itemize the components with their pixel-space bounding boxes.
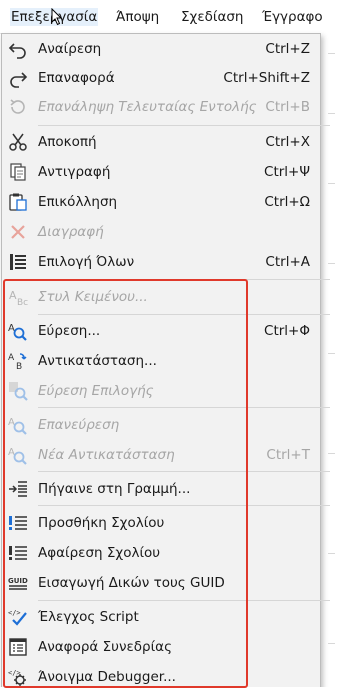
menu-item-shortcut: Ctrl+X (265, 134, 310, 150)
menu-separator (38, 471, 330, 472)
undo-icon (8, 43, 26, 59)
svg-text:Bc: Bc (17, 298, 28, 307)
menu-item-label: Πήγαινε στη Γραμμή... (38, 481, 191, 497)
window-bottom-edge (0, 687, 337, 694)
menu-item-label: Εύρεση Επιλογής (38, 383, 154, 399)
menu-item-shortcut: Ctrl+Ω (264, 194, 310, 210)
menu-item-label: Επανάληψη Τελευταίας Εντολής (38, 99, 257, 115)
menu-separator (38, 314, 330, 315)
session-report-icon (9, 638, 27, 656)
menu-item-find[interactable]: A Εύρεση... Ctrl+Φ (2, 316, 320, 346)
copy-icon (10, 163, 26, 181)
text-style-icon: A Bc (9, 289, 28, 307)
select-all-icon (10, 254, 26, 270)
edit-menu-dropdown: Αναίρεση Ctrl+Z Επαναφορά Ctrl+Shift+Z Ε… (1, 33, 330, 689)
replace-again-icon: A (8, 447, 27, 465)
menu-item-undo[interactable]: Αναίρεση Ctrl+Z (2, 34, 320, 64)
menu-separator (38, 505, 330, 506)
menu-item-repeat-last[interactable]: Επανάληψη Τελευταίας Εντολής Ctrl+B (2, 92, 320, 122)
goto-line-icon (9, 481, 27, 497)
menu-item-label: Επιλογή Όλων (38, 254, 135, 270)
redo-icon (10, 72, 28, 88)
menu-item-label: Εύρεση... (38, 323, 101, 339)
menu-item-shortcut: Ctrl+A (265, 254, 310, 270)
check-script-icon: </> (8, 609, 27, 626)
menu-item-label: Επικόλληση (38, 194, 118, 210)
menu-item-shortcut: Ctrl+T (266, 447, 310, 463)
delete-icon (11, 225, 25, 239)
menu-separator (38, 600, 330, 601)
find-selection-icon (9, 382, 28, 401)
menu-item-insert-guid[interactable]: GUID Εισαγωγή Δικών τους GUID (2, 568, 320, 598)
menu-item-label: Εισαγωγή Δικών τους GUID (38, 575, 225, 591)
menu-item-label: Αποκοπή (38, 134, 97, 150)
menu-item-shortcut: Ctrl+B (265, 99, 310, 115)
menu-item-goto-line[interactable]: Πήγαινε στη Γραμμή... (2, 474, 320, 504)
menu-item-shortcut: Ctrl+Ψ (264, 164, 310, 180)
menu-separator (38, 279, 330, 280)
find-again-icon: A (8, 417, 27, 435)
menu-item-redo[interactable]: Επαναφορά Ctrl+Shift+Z (2, 63, 320, 93)
menu-separator (38, 407, 330, 408)
debugger-icon: </> (8, 669, 26, 686)
paste-icon (9, 193, 27, 211)
svg-text:A: A (9, 289, 17, 302)
menu-item-shortcut: Ctrl+Z (265, 41, 310, 57)
menu-item-label: Έλεγχος Script (38, 609, 139, 625)
menu-item-remove-comment[interactable]: Αφαίρεση Σχολίου (2, 538, 320, 568)
menu-separator (38, 125, 330, 126)
menu-item-replace[interactable]: A B Αντικατάσταση... (2, 346, 320, 376)
menu-item-check-script[interactable]: </> Έλεγχος Script (2, 602, 320, 632)
svg-text:</>: </> (8, 609, 21, 617)
menu-item-label: Αντικατάσταση... (38, 353, 157, 369)
repeat-icon (10, 99, 25, 114)
menu-item-label: Επαναφορά (38, 70, 115, 86)
menu-item-text-style[interactable]: A Bc Στυλ Κειμένου... (2, 282, 320, 312)
menu-document[interactable]: Έγγραφο (261, 8, 324, 26)
menu-item-replace-again[interactable]: A Νέα Αντικατάσταση Ctrl+T (2, 440, 320, 470)
menu-item-session-report[interactable]: Αναφορά Συνεδρίας (2, 632, 320, 662)
mouse-cursor-icon (51, 8, 63, 26)
menu-item-add-comment[interactable]: Προσθήκη Σχολίου (2, 508, 320, 538)
menu-item-label: Επανεύρεση (38, 417, 120, 433)
menu-item-cut[interactable]: Αποκοπή Ctrl+X (2, 127, 320, 157)
scissors-icon (9, 133, 27, 151)
menu-item-label: Αφαίρεση Σχολίου (38, 545, 161, 561)
menu-item-label: Νέα Αντικατάσταση (38, 447, 175, 463)
menu-item-shortcut: Ctrl+Shift+Z (223, 70, 310, 86)
menu-item-label: Προσθήκη Σχολίου (38, 515, 165, 531)
svg-text:GUID: GUID (8, 577, 28, 585)
menu-item-shortcut: Ctrl+Φ (264, 323, 310, 339)
svg-text:B: B (16, 362, 22, 371)
svg-text:A: A (8, 353, 15, 363)
menu-item-copy[interactable]: Αντιγραφή Ctrl+Ψ (2, 157, 320, 187)
menu-item-delete[interactable]: Διαγραφή (2, 217, 320, 247)
menu-item-select-all[interactable]: Επιλογή Όλων Ctrl+A (2, 247, 320, 277)
add-comment-icon (9, 516, 27, 530)
document-background (320, 33, 337, 694)
menu-bar: Επεξεργασία Άποψη Σχεδίαση Έγγραφο (0, 0, 337, 34)
find-icon: A (8, 323, 27, 341)
menu-item-find-selection[interactable]: Εύρεση Επιλογής (2, 376, 320, 406)
menu-draw[interactable]: Σχεδίαση (180, 8, 244, 26)
menu-view[interactable]: Άποψη (115, 8, 160, 26)
replace-icon: A B (8, 353, 27, 371)
menu-item-paste[interactable]: Επικόλληση Ctrl+Ω (2, 187, 320, 217)
menu-item-label: Αντιγραφή (38, 164, 111, 180)
menu-item-label: Αναφορά Συνεδρίας (38, 639, 172, 655)
guid-icon: GUID (8, 577, 28, 590)
menu-item-label: Αναίρεση (38, 41, 102, 57)
menu-item-label: Διαγραφή (38, 224, 104, 240)
remove-comment-icon (9, 546, 27, 560)
menu-item-find-again[interactable]: A Επανεύρεση (2, 410, 320, 440)
menu-item-label: Στυλ Κειμένου... (38, 289, 148, 305)
